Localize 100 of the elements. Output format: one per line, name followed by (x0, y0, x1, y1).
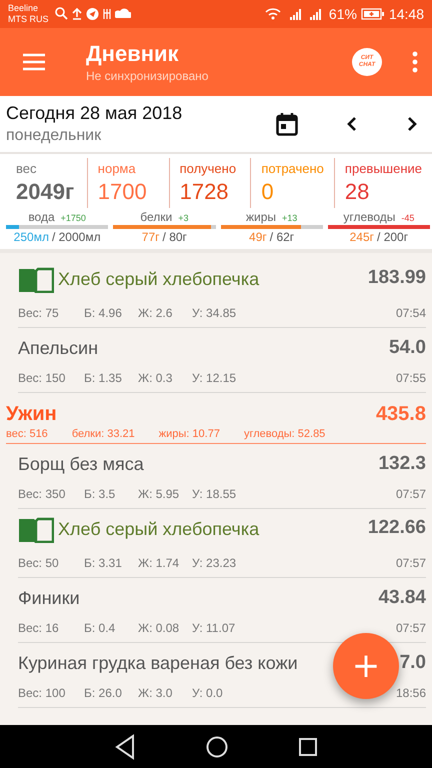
macro-eaten: 245г (350, 229, 374, 246)
food-time: 07:57 (396, 555, 426, 571)
food-fat: Ж: 3.0 (138, 685, 174, 701)
food-carbs: У: 12.15 (192, 370, 238, 386)
meal-protein: белки: 33.21 (72, 427, 135, 442)
previous-day-icon[interactable] (346, 116, 358, 132)
food-protein: Б: 0.4 (84, 620, 116, 636)
recents-icon[interactable] (298, 736, 318, 756)
home-icon[interactable] (206, 736, 228, 758)
macro-target: / 200г (377, 229, 408, 246)
food-carbs: У: 23.23 (192, 555, 238, 571)
meal-carbs: углеводы: 52.85 (244, 427, 326, 442)
food-protein: Б: 26.0 (84, 685, 123, 701)
food-weight: Вес: 350 (18, 486, 66, 502)
macro-eaten: 250мл (14, 229, 49, 246)
stat-value: 1700 (98, 178, 148, 206)
macro-target: / 2000мл (52, 229, 101, 246)
macro-target: / 62г (270, 229, 294, 246)
date-title: Сегодня 28 мая 2018 (6, 102, 184, 125)
food-weight: Вес: 150 (18, 370, 66, 386)
food-entry[interactable]: Хлеб серый хлебопечка 122.66 Вес: 50 Б: 3.31 Ж: 1.74 У: 23.23 07:57 (18, 509, 426, 578)
carrier-name: Beeline (8, 3, 40, 14)
food-protein: Б: 4.96 (84, 305, 123, 321)
macro-label: вода (28, 210, 55, 224)
macro-delta: +13 (282, 212, 298, 225)
food-name: Хлеб серый хлебопечка (58, 518, 260, 541)
stat-value: 1728 (180, 178, 230, 206)
book-icon (18, 267, 54, 293)
food-fat: Ж: 5.95 (138, 486, 180, 502)
macro-eaten: 77г (142, 229, 160, 246)
food-carbs: У: 11.07 (192, 620, 236, 636)
food-time: 07:54 (396, 305, 426, 321)
next-day-icon[interactable] (406, 116, 418, 132)
battery-icon (360, 8, 385, 20)
food-name: Финики (18, 587, 80, 610)
food-carbs: У: 34.85 (192, 305, 238, 321)
meal-fat: жиры: 10.77 (158, 427, 220, 442)
food-calories: 183.99 (368, 267, 426, 289)
send-icon (86, 7, 98, 21)
food-calories: 7.0 (400, 652, 426, 674)
cloud-icon (114, 7, 130, 21)
macro-delta: +1750 (60, 212, 86, 225)
food-fat: Ж: 1.74 (138, 555, 180, 571)
food-time: 07:57 (396, 620, 426, 636)
clock: 14:48 (388, 6, 424, 22)
meal-title: Ужин (6, 403, 58, 426)
food-name: Хлеб серый хлебопечка (58, 268, 260, 291)
food-weight: Вес: 100 (18, 685, 66, 701)
macro-delta: -45 (401, 212, 414, 225)
stat-value: 2049г (16, 178, 76, 206)
food-calories: 122.66 (368, 517, 426, 539)
macro-label: белки (140, 210, 172, 224)
food-weight: Вес: 50 (18, 555, 60, 571)
weekday: понедельник (6, 126, 102, 146)
food-protein: Б: 3.5 (84, 486, 116, 502)
stat-value: 0 (261, 178, 275, 206)
food-carbs: У: 0.0 (192, 685, 224, 701)
macro-label: жиры (246, 210, 276, 224)
stat-label: вес (16, 160, 38, 178)
macro-delta: +3 (178, 212, 188, 225)
food-name: Куриная грудка вареная без кожи (18, 652, 298, 675)
food-weight: Вес: 75 (18, 305, 60, 321)
upload-icon (72, 7, 82, 21)
food-entry[interactable]: Борщ без мяса 132.3 Вес: 350 Б: 3.5 Ж: 5.95 У: 18.55 07:57 (18, 444, 426, 509)
macro-target: / 80г (162, 229, 187, 246)
back-icon[interactable] (114, 734, 136, 760)
stat-label: потрачено (261, 160, 324, 178)
stat-value: 28 (344, 178, 370, 206)
more-icon[interactable] (412, 51, 418, 73)
food-name: Борщ без мяса (18, 453, 144, 476)
food-fat: Ж: 0.08 (138, 620, 180, 636)
food-protein: Б: 1.35 (84, 370, 123, 386)
food-calories: 132.3 (378, 453, 426, 475)
food-calories: 43.84 (378, 587, 426, 609)
stat-label: превышение (344, 160, 422, 178)
screen-title: Дневник (86, 40, 180, 68)
food-entry[interactable]: Хлеб серый хлебопечка 183.99 Вес: 75 Б: 4.96 Ж: 2.6 У: 34.85 07:54 (18, 259, 426, 328)
sync-status: Не синхронизировано (86, 68, 210, 84)
search-icon (54, 7, 68, 21)
food-time: 07:55 (396, 370, 426, 386)
food-fat: Ж: 2.6 (138, 305, 174, 321)
menu-icon[interactable] (22, 53, 46, 71)
food-calories: 54.0 (389, 337, 426, 359)
stat-label: норма (98, 160, 137, 178)
food-name: Апельсин (18, 337, 98, 360)
food-entry[interactable]: Апельсин 54.0 Вес: 150 Б: 1.35 Ж: 0.3 У: 12.15 07:55 (18, 328, 426, 393)
food-carbs: У: 18.55 (192, 486, 238, 502)
food-weight: Вес: 16 (18, 620, 60, 636)
meal-weight: вес: 516 (6, 427, 48, 442)
stat-label: получено (180, 160, 238, 178)
book-icon (18, 517, 54, 543)
food-protein: Б: 3.31 (84, 555, 123, 571)
food-time: 07:57 (396, 486, 426, 502)
macro-label: углеводы (343, 210, 396, 224)
food-fat: Ж: 0.3 (138, 370, 174, 386)
calendar-icon[interactable] (276, 112, 298, 136)
meal-calories: 435.8 (376, 403, 426, 426)
macro-eaten: 49г (249, 229, 267, 246)
carrier-name: MTS RUS (8, 14, 48, 25)
battery-percent: 61% (328, 6, 357, 22)
